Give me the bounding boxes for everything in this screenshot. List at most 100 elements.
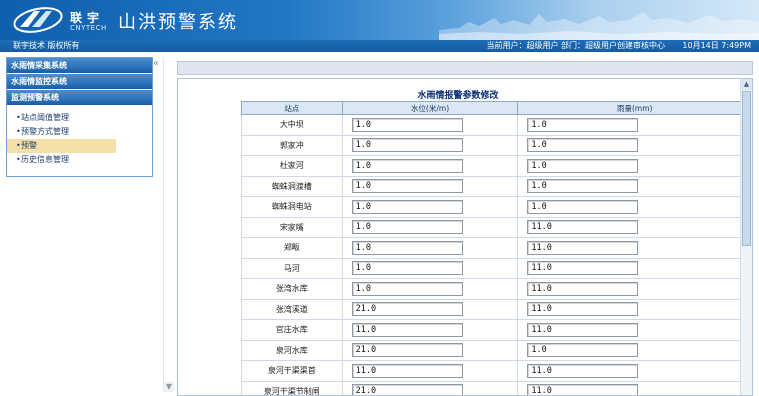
water-level-cell: 1.0	[341, 237, 519, 259]
water-level-input[interactable]: 1.0	[351, 179, 463, 194]
table-body: 大中坝 1.0 1.0 郭家冲 1.0 1.0 杜家河 1.0 1.0 蜘蛛洞渡槽 1.0 1.0 蜘蛛…	[241, 114, 752, 395]
rainfall-cell: 11.0	[517, 278, 752, 300]
water-level-cell: 11.0	[341, 360, 519, 382]
water-level-input[interactable]: 11.0	[351, 322, 463, 337]
rainfall-input[interactable]: 11.0	[527, 322, 639, 337]
water-level-input[interactable]: 1.0	[351, 220, 463, 235]
station-name-cell: 郑畈	[241, 237, 343, 259]
rainfall-input[interactable]: 11.0	[527, 261, 639, 276]
water-level-input[interactable]: 1.0	[351, 199, 463, 214]
rainfall-input[interactable]: 11.0	[527, 240, 639, 255]
table-row: 泉河干渠节制闸 21.0 11.0	[241, 380, 752, 395]
scroll-up-icon[interactable]: ▲	[741, 79, 752, 90]
station-name-cell: 泉河水库	[241, 339, 343, 361]
bullet-icon: •	[16, 141, 21, 150]
station-name-cell: 张湾水库	[241, 278, 343, 300]
station-name-cell: 官庄水库	[241, 319, 343, 341]
water-level-input[interactable]: 1.0	[351, 117, 463, 132]
rainfall-input[interactable]: 1.0	[527, 199, 639, 214]
station-name-cell: 泉河干渠渠首	[241, 360, 343, 382]
water-level-cell: 1.0	[341, 134, 519, 156]
rainfall-input[interactable]: 11.0	[527, 281, 639, 296]
water-level-input[interactable]: 21.0	[351, 384, 463, 395]
sidebar-system-monitoring[interactable]: 水雨情监控系统	[7, 74, 152, 90]
rainfall-cell: 11.0	[517, 257, 752, 279]
sidebar-item-station-threshold[interactable]: • 站点阈值管理	[7, 111, 152, 125]
sidebar: 水雨情采集系统 水雨情监控系统 监测预警系统 • 站点阈值管理 • 预警方式管理…	[6, 57, 153, 177]
water-level-cell: 21.0	[341, 380, 519, 395]
rainfall-input[interactable]: 11.0	[527, 384, 639, 395]
water-level-input[interactable]: 1.0	[351, 138, 463, 153]
content-toolbar	[177, 61, 753, 75]
station-name-cell: 郭家冲	[241, 134, 343, 156]
sidebar-item-label: 站点阈值管理	[21, 113, 69, 122]
rainfall-input[interactable]: 11.0	[527, 220, 639, 235]
rainfall-cell: 11.0	[517, 216, 752, 238]
rainfall-cell: 11.0	[517, 298, 752, 320]
current-datetime: 10月14日 7:49PM	[682, 41, 751, 50]
rainfall-cell: 11.0	[517, 319, 752, 341]
sidebar-item-label: 历史信息管理	[21, 155, 69, 164]
water-level-input[interactable]: 11.0	[351, 363, 463, 378]
sidebar-scrollbar[interactable]: ▼	[163, 58, 174, 392]
rainfall-input[interactable]: 1.0	[527, 138, 639, 153]
water-level-input[interactable]: 1.0	[351, 240, 463, 255]
station-name-cell: 蜘蛛洞电站	[241, 196, 343, 218]
sidebar-subitems: • 站点阈值管理 • 预警方式管理 • 预警 • 历史信息管理	[7, 106, 152, 167]
rainfall-input[interactable]: 11.0	[527, 363, 639, 378]
water-level-input[interactable]: 1.0	[351, 261, 463, 276]
water-level-cell: 1.0	[341, 155, 519, 177]
water-level-cell: 1.0	[341, 175, 519, 197]
scroll-down-icon[interactable]: ▼	[164, 382, 174, 392]
sidebar-system-warning[interactable]: 监测预警系统	[7, 90, 152, 106]
station-name-cell: 张湾溪道	[241, 298, 343, 320]
sidebar-item-label: 预警方式管理	[21, 127, 69, 136]
table-row: 张湾溪道 21.0 11.0	[241, 298, 752, 320]
rainfall-cell: 11.0	[517, 237, 752, 259]
double-chevron-left-icon[interactable]: «	[153, 58, 160, 69]
sidebar-item-warning-method[interactable]: • 预警方式管理	[7, 125, 152, 139]
sidebar-system-collection[interactable]: 水雨情采集系统	[7, 58, 152, 74]
table-row: 泉河水库 21.0 1.0	[241, 339, 752, 361]
station-name-cell: 蜘蛛洞渡槽	[241, 175, 343, 197]
logo-english-text: CNYTECH	[70, 24, 107, 32]
current-user-info: 当前用户：超级用户 部门：超级用户创建审核中心	[486, 41, 665, 50]
rainfall-cell: 1.0	[517, 134, 752, 156]
column-header-water-level: 水位(米/m)	[341, 101, 519, 115]
main-vertical-scrollbar[interactable]: ▲	[740, 79, 752, 395]
scrollbar-thumb[interactable]	[742, 91, 751, 246]
rainfall-cell: 1.0	[517, 175, 752, 197]
table-row: 蜘蛛洞渡槽 1.0 1.0	[241, 175, 752, 197]
rainfall-cell: 1.0	[517, 339, 752, 361]
rainfall-input[interactable]: 11.0	[527, 302, 639, 317]
table-row: 大中坝 1.0 1.0	[241, 114, 752, 136]
table-row: 官庄水库 11.0 11.0	[241, 319, 752, 341]
water-level-input[interactable]: 21.0	[351, 302, 463, 317]
table-row: 杜家河 1.0 1.0	[241, 155, 752, 177]
company-logo: 联宇 CNYTECH	[12, 5, 108, 35]
rainfall-input[interactable]: 1.0	[527, 117, 639, 132]
water-level-cell: 1.0	[341, 114, 519, 136]
water-level-input[interactable]: 21.0	[351, 343, 463, 358]
table-row: 郭家冲 1.0 1.0	[241, 134, 752, 156]
main-content: 水雨情报警参数修改 站点 水位(米/m) 雨量(mm) 大中坝 1.0 1.0 郭家冲…	[177, 78, 753, 396]
rainfall-input[interactable]: 1.0	[527, 158, 639, 173]
table-row: 宋家嘴 1.0 11.0	[241, 216, 752, 238]
water-level-input[interactable]: 1.0	[351, 158, 463, 173]
app-header: 联宇 CNYTECH 山洪预警系统	[0, 0, 759, 40]
logo-mark-icon	[13, 7, 63, 33]
rainfall-input[interactable]: 1.0	[527, 179, 639, 194]
sidebar-item-history[interactable]: • 历史信息管理	[7, 153, 152, 167]
info-bar: 联宇技术 版权所有 当前用户：超级用户 部门：超级用户创建审核中心 10月14日…	[0, 40, 759, 52]
water-level-cell: 11.0	[341, 319, 519, 341]
rainfall-cell: 11.0	[517, 360, 752, 382]
station-name-cell: 宋家嘴	[241, 216, 343, 238]
bullet-icon: •	[16, 113, 21, 122]
bullet-icon: •	[16, 127, 21, 136]
sidebar-item-warning[interactable]: • 预警	[7, 139, 116, 153]
rainfall-input[interactable]: 1.0	[527, 343, 639, 358]
copyright-text: 联宇技术 版权所有	[13, 41, 80, 50]
water-level-input[interactable]: 1.0	[351, 281, 463, 296]
station-name-cell: 杜家河	[241, 155, 343, 177]
column-header-rainfall: 雨量(mm)	[517, 101, 752, 115]
